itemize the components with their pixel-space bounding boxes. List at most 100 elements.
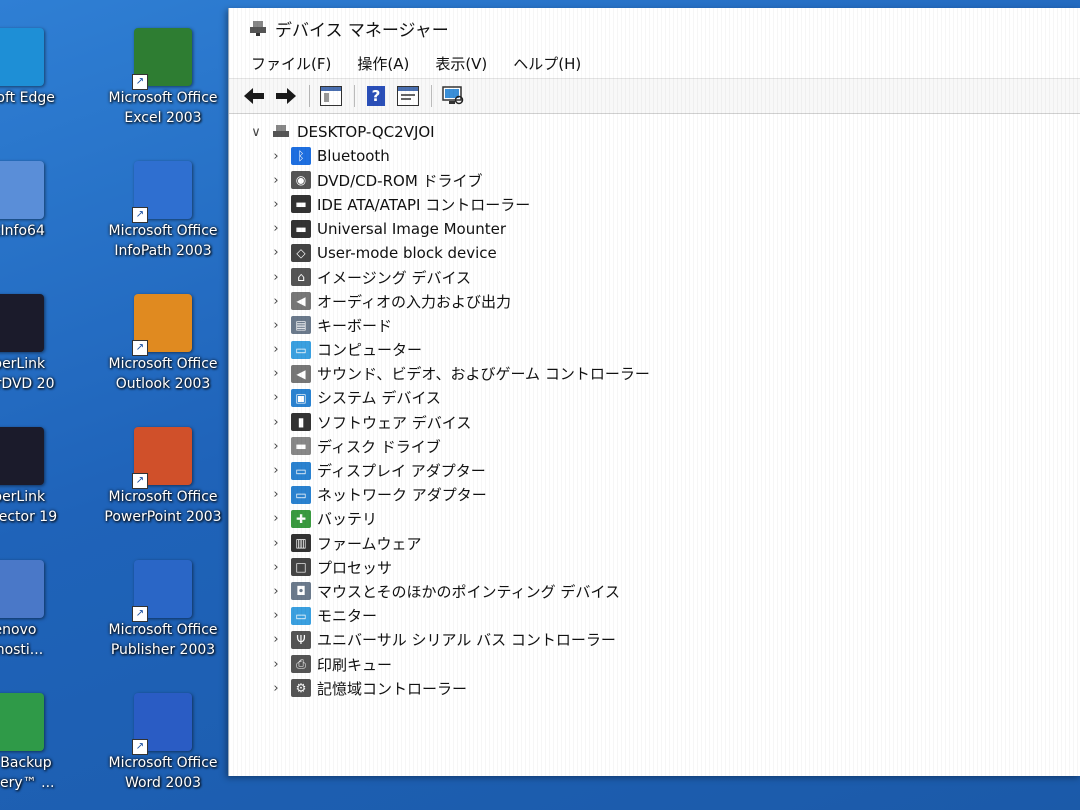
scan-hardware-button[interactable] [440,84,466,108]
desktop-shortcut[interactable]: ↗ on Backup covery™ ... [0,693,80,793]
firmware-icon: ▥ [291,534,311,553]
tree-item[interactable]: › ⌂ イメージング デバイス [229,265,1080,289]
tree-item-label: IDE ATA/ATAPI コントローラー [317,195,531,214]
expand-chevron-icon[interactable]: › [269,245,283,260]
powerpoint-icon: ↗ [132,427,192,489]
tree-item[interactable]: › ✚ バッテリ [229,507,1080,531]
expand-chevron-icon[interactable]: › [269,366,283,381]
shortcut-arrow-icon: ↗ [132,739,148,755]
tree-item[interactable]: › ▤ キーボード [229,313,1080,337]
tree-item[interactable]: › ▬ IDE ATA/ATAPI コントローラー [229,192,1080,216]
tree-item[interactable]: › ◉ DVD/CD-ROM ドライブ [229,168,1080,192]
expand-chevron-icon[interactable]: › [269,632,283,647]
tree-item-label: マウスとそのほかのポインティング デバイス [317,582,620,601]
tree-item-label: オーディオの入力および出力 [317,292,511,311]
expand-chevron-icon[interactable]: › [269,536,283,551]
desktop-shortcut-label: InfoPath 2003 [114,243,212,259]
tree-item[interactable]: › ◀ サウンド、ビデオ、およびゲーム コントローラー [229,362,1080,386]
help-button[interactable]: ? [363,84,389,108]
console-tree-icon [320,86,342,106]
desktop-shortcut[interactable]: ↗ Microsoft Office Excel 2003 [98,28,228,128]
tree-item[interactable]: › ▣ システム デバイス [229,386,1080,410]
expand-chevron-icon[interactable]: › [269,511,283,526]
properties-button[interactable] [395,84,421,108]
tree-item[interactable]: › ▬ Universal Image Mounter [229,217,1080,241]
tree-item[interactable]: › ▥ ファームウェア [229,531,1080,555]
expand-chevron-icon[interactable]: › [269,681,283,696]
expand-chevron-icon[interactable]: › [269,270,283,285]
tree-item-label: 印刷キュー [317,655,393,674]
collapse-icon[interactable]: ∨ [249,125,263,140]
menu-file[interactable]: ファイル(F) [249,51,333,76]
desktop-shortcut[interactable]: ↗ Microsoft Office Outlook 2003 [98,294,228,394]
processor-icon: □ [291,558,311,577]
menu-action[interactable]: 操作(A) [355,51,411,76]
expand-chevron-icon[interactable]: › [269,390,283,405]
expand-chevron-icon[interactable]: › [269,463,283,478]
back-button[interactable] [241,84,267,108]
expand-chevron-icon[interactable]: › [269,197,283,212]
tree-item[interactable]: › ◘ マウスとそのほかのポインティング デバイス [229,579,1080,603]
expand-chevron-icon[interactable]: › [269,294,283,309]
help-icon: ? [367,86,385,106]
tree-item[interactable]: › ▭ モニター [229,604,1080,628]
expand-chevron-icon[interactable]: › [269,318,283,333]
desktop-shortcut[interactable]: ↗ enovo gnosti... [0,560,80,660]
tree-item[interactable]: › ᛒ Bluetooth [229,144,1080,168]
tree-item[interactable]: › ⎙ 印刷キュー [229,652,1080,676]
desktop-shortcut[interactable]: ↗ Microsoft Office PowerPoint 2003 [98,427,228,527]
network-adapter-icon: ▭ [291,485,311,504]
expand-chevron-icon[interactable]: › [269,415,283,430]
expand-chevron-icon[interactable]: › [269,560,283,575]
expand-chevron-icon[interactable]: › [269,657,283,672]
tree-item[interactable]: › ⚙ 記憶域コントローラー [229,676,1080,700]
desktop-shortcut[interactable]: ↗ yberLink werDVD 20 [0,294,80,394]
desktop-shortcut[interactable]: ↗ skInfo64 [0,161,80,241]
menu-view[interactable]: 表示(V) [433,51,489,76]
expand-chevron-icon[interactable]: › [269,173,283,188]
desktop-shortcut[interactable]: ↗ rosoft Edge [0,28,80,108]
tree-root[interactable]: ∨ DESKTOP-QC2VJOI [229,120,1080,144]
desktop-shortcut[interactable]: ↗ Microsoft Office Word 2003 [98,693,228,793]
dvd-drive-icon: ◉ [291,171,311,190]
toolbar-separator [354,85,355,107]
tree-item[interactable]: › ▭ ディスプレイ アダプター [229,458,1080,482]
forward-button[interactable] [273,84,299,108]
tree-item[interactable]: › ▮ ソフトウェア デバイス [229,410,1080,434]
expand-chevron-icon[interactable]: › [269,221,283,236]
tree-item[interactable]: › ◇ User-mode block device [229,241,1080,265]
device-manager-window: デバイス マネージャー ファイル(F) 操作(A) 表示(V) ヘルプ(H) ? [228,8,1080,776]
print-queue-icon: ⎙ [291,655,311,674]
desktop-shortcut-label: Excel 2003 [124,110,202,126]
desktop-shortcut-label: Microsoft Office [108,755,218,771]
lenovo-diagnostics-icon: ↗ [0,560,44,618]
expand-chevron-icon[interactable]: › [269,608,283,623]
desktop-shortcut[interactable]: ↗ Microsoft Office Publisher 2003 [98,560,228,660]
expand-chevron-icon[interactable]: › [269,584,283,599]
desktop-shortcut-label: PowerPoint 2003 [104,509,222,525]
word-icon: ↗ [132,693,192,755]
tree-item-label: バッテリ [317,510,378,529]
expand-chevron-icon[interactable]: › [269,342,283,357]
window-title: デバイス マネージャー [275,20,449,41]
crystaldiskinfo-icon: ↗ [0,161,44,219]
desktop-shortcut[interactable]: ↗ Microsoft Office InfoPath 2003 [98,161,228,261]
tree-item[interactable]: › ▭ ネットワーク アダプター [229,483,1080,507]
tree-item[interactable]: › Ψ ユニバーサル シリアル バス コントローラー [229,628,1080,652]
tree-item[interactable]: › ▭ コンピューター [229,338,1080,362]
desktop-shortcut-label: rosoft Edge [0,90,55,106]
expand-chevron-icon[interactable]: › [269,439,283,454]
show-hide-console-tree-button[interactable] [318,84,344,108]
tree-item[interactable]: › ◀ オーディオの入力および出力 [229,289,1080,313]
tree-item-label: Universal Image Mounter [317,219,507,238]
tree-item[interactable]: › □ プロセッサ [229,555,1080,579]
powerdvd-icon: ↗ [0,294,44,352]
tree-item-label: ディスプレイ アダプター [317,462,486,481]
desktop-shortcut[interactable]: ↗ yberLink rDirector 19 [0,427,80,527]
expand-chevron-icon[interactable]: › [269,149,283,164]
tree-item[interactable]: › ▬ ディスク ドライブ [229,434,1080,458]
expand-chevron-icon[interactable]: › [269,487,283,502]
menu-help[interactable]: ヘルプ(H) [511,51,583,76]
title-bar[interactable]: デバイス マネージャー [229,8,1080,48]
tree-item-label: DVD/CD-ROM ドライブ [317,171,483,190]
